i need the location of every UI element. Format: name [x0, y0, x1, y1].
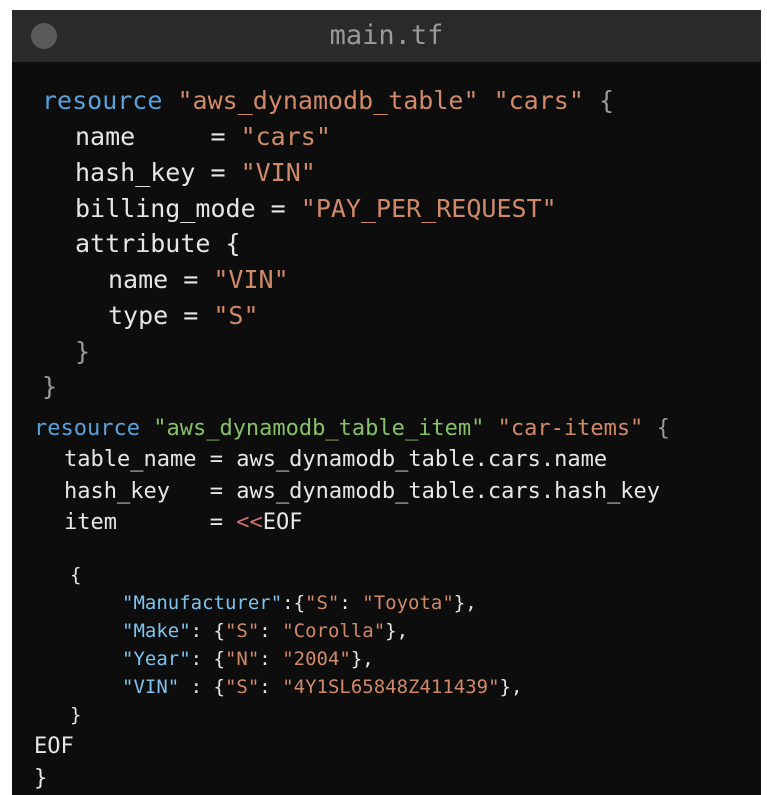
- code-line: hash_key = aws_dynamodb_table.cars.hash_…: [64, 479, 660, 504]
- heredoc-marker: <<: [236, 510, 263, 535]
- resource-keyword: resource: [34, 416, 140, 441]
- attr-key: billing_mode: [75, 194, 256, 223]
- json-row: "Make": {"S": "Corolla"},: [122, 620, 408, 642]
- attr-key: hash_key: [64, 479, 170, 504]
- code-line: table_name = aws_dynamodb_table.cars.nam…: [64, 447, 607, 472]
- code-line: billing_mode = "PAY_PER_REQUEST": [75, 194, 557, 223]
- json-end: },: [350, 648, 374, 670]
- attr-value: aws_dynamodb_table.cars.hash_key: [236, 479, 661, 504]
- json-row: "VIN" : {"S": "4Y1SL65848Z411439"},: [122, 676, 522, 698]
- code-line: item = <<EOF: [64, 510, 302, 535]
- attr-key: table_name: [64, 447, 197, 472]
- attr-key: hash_key: [75, 158, 196, 187]
- json-end: },: [499, 676, 523, 698]
- resource-name: "car-items": [497, 416, 644, 441]
- close-brace: }: [75, 337, 91, 366]
- json-close-brace: }: [70, 704, 82, 726]
- json-key: "Make": [122, 620, 191, 642]
- code-line: name = "cars": [75, 122, 331, 151]
- close-brace: }: [34, 766, 48, 791]
- json-mid: :: [339, 592, 363, 614]
- json-sep: :{: [282, 592, 306, 614]
- heredoc-end: EOF: [34, 734, 74, 759]
- code-area[interactable]: resource "aws_dynamodb_table" "cars" { n…: [12, 10, 761, 795]
- attr-key: type: [108, 301, 169, 330]
- open-brace: {: [598, 86, 615, 115]
- json-value: "2004": [282, 648, 351, 670]
- json-key: "Year": [122, 648, 191, 670]
- json-type: "S": [305, 592, 340, 614]
- code-line: resource "aws_dynamodb_table" "cars" {: [42, 86, 614, 115]
- json-sep: : {: [190, 620, 225, 642]
- code-line: type = "S": [108, 301, 259, 330]
- json-value: "4Y1SL65848Z411439": [282, 676, 500, 698]
- json-sep: : {: [179, 676, 225, 698]
- equals: =: [196, 447, 237, 472]
- equals: =: [255, 194, 301, 223]
- equals: =: [168, 265, 214, 294]
- resource-name: "cars": [493, 86, 584, 115]
- attr-value: "VIN": [213, 265, 289, 294]
- json-row: "Manufacturer":{"S": "Toyota"},: [122, 592, 477, 614]
- attr-key: name: [75, 122, 136, 151]
- json-mid: :: [259, 648, 283, 670]
- resource-type: "aws_dynamodb_table_item": [153, 416, 485, 441]
- attr-value: "cars": [240, 122, 331, 151]
- json-mid: :: [259, 676, 283, 698]
- attr-key: item: [64, 510, 117, 535]
- code-line: name = "VIN": [108, 265, 289, 294]
- open-brace: {: [656, 416, 670, 441]
- json-row: "Year": {"N": "2004"},: [122, 648, 374, 670]
- json-value: "Toyota": [362, 592, 454, 614]
- json-key: "Manufacturer": [122, 592, 283, 614]
- attr-value: "S": [213, 301, 259, 330]
- equals: =: [169, 479, 237, 504]
- json-sep: : {: [190, 648, 225, 670]
- resource-type: "aws_dynamodb_table": [177, 86, 479, 115]
- code-line: attribute {: [75, 229, 241, 258]
- code-line: hash_key = "VIN": [75, 158, 316, 187]
- json-key: "VIN": [122, 676, 180, 698]
- block-key: attribute: [75, 229, 211, 258]
- code-line: resource "aws_dynamodb_table_item" "car-…: [34, 416, 670, 441]
- attr-key: name: [108, 265, 169, 294]
- json-type: "S": [224, 676, 260, 698]
- attr-value: aws_dynamodb_table.cars.name: [236, 447, 608, 472]
- json-end: },: [385, 620, 409, 642]
- editor-window: main.tf resource "aws_dynamodb_table" "c…: [12, 10, 761, 795]
- close-brace: }: [42, 372, 58, 401]
- attr-value: "VIN": [240, 158, 316, 187]
- attr-value: "PAY_PER_REQUEST": [300, 194, 557, 223]
- json-end: },: [453, 592, 477, 614]
- json-type: "N": [224, 648, 260, 670]
- heredoc-label: EOF: [262, 510, 303, 535]
- json-value: "Corolla": [282, 620, 386, 642]
- equals: =: [195, 158, 241, 187]
- open-brace: {: [210, 229, 241, 258]
- equals: =: [116, 510, 237, 535]
- json-type: "S": [224, 620, 260, 642]
- json-open-brace: {: [70, 564, 82, 586]
- equals: =: [168, 301, 214, 330]
- resource-keyword: resource: [42, 86, 163, 115]
- equals: =: [135, 122, 241, 151]
- json-mid: :: [259, 620, 283, 642]
